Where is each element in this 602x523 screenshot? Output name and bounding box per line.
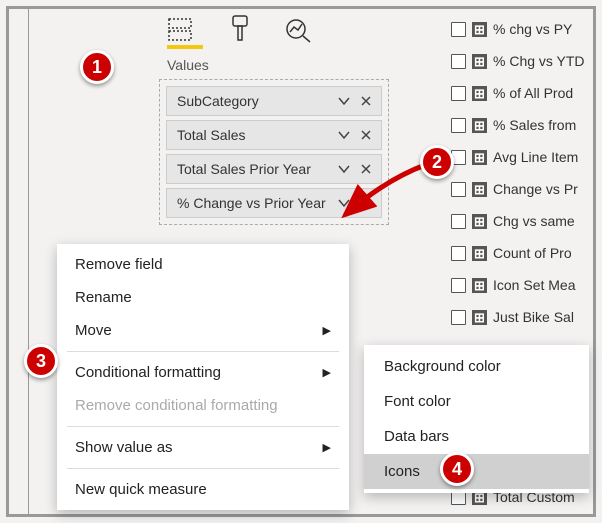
field-name: Change vs Pr <box>493 181 602 197</box>
field-pill-pct-change-vs-prior-year[interactable]: % Change vs Prior Year <box>166 188 382 218</box>
checkbox-icon[interactable] <box>451 22 466 37</box>
field-row[interactable]: Chg vs same <box>441 205 602 237</box>
ctx-new-quick-measure[interactable]: New quick measure <box>57 473 349 506</box>
ctx-label: Remove conditional formatting <box>75 397 278 414</box>
ctx-label: Show value as <box>75 439 173 456</box>
close-icon[interactable] <box>355 164 377 174</box>
field-context-menu: Remove field Rename Move ▶ Conditional f… <box>57 244 349 510</box>
ctx-label: New quick measure <box>75 481 207 498</box>
close-icon[interactable] <box>355 130 377 140</box>
field-row[interactable]: Count of Pro <box>441 237 602 269</box>
fields-tab-icon[interactable] <box>167 16 197 42</box>
field-name: Chg vs same <box>493 213 602 229</box>
measure-icon <box>472 310 487 325</box>
chevron-down-icon[interactable] <box>333 96 355 106</box>
checkbox-icon[interactable] <box>451 278 466 293</box>
chevron-down-icon[interactable] <box>333 164 355 174</box>
format-tab-icon[interactable] <box>227 15 253 43</box>
measure-icon <box>472 214 487 229</box>
checkbox-icon[interactable] <box>451 118 466 133</box>
analytics-tab-icon[interactable] <box>283 15 313 43</box>
checkbox-icon[interactable] <box>451 214 466 229</box>
measure-icon <box>472 182 487 197</box>
panel-tab-row <box>149 9 399 43</box>
divider <box>67 468 339 469</box>
field-name: % chg vs PY <box>493 21 602 37</box>
ctx-remove-field[interactable]: Remove field <box>57 248 349 281</box>
submenu-background-color[interactable]: Background color <box>364 349 589 384</box>
conditional-formatting-submenu: Background color Font color Data bars Ic… <box>364 345 589 493</box>
ctx-move[interactable]: Move ▶ <box>57 314 349 347</box>
field-row[interactable]: % of All Prod <box>441 77 602 109</box>
divider <box>67 351 339 352</box>
callout-badge-2: 2 <box>420 145 454 179</box>
field-name: Avg Line Item <box>493 149 602 165</box>
chevron-down-icon[interactable] <box>333 130 355 140</box>
field-name: % Sales from <box>493 117 602 133</box>
chevron-down-icon[interactable] <box>333 198 355 208</box>
divider <box>67 426 339 427</box>
checkbox-icon[interactable] <box>451 182 466 197</box>
checkbox-icon[interactable] <box>451 246 466 261</box>
field-name: Icon Set Mea <box>493 277 602 293</box>
measure-icon <box>472 150 487 165</box>
ctx-label: Conditional formatting <box>75 364 221 381</box>
ctx-remove-conditional-formatting: Remove conditional formatting <box>57 389 349 422</box>
field-row[interactable]: Icon Set Mea <box>441 269 602 301</box>
values-field-well[interactable]: SubCategory Total Sales Total Sales Prio… <box>159 79 389 225</box>
field-row[interactable]: % Chg vs YTD <box>441 45 602 77</box>
measure-icon <box>472 86 487 101</box>
field-name: % of All Prod <box>493 85 602 101</box>
field-row[interactable]: % Sales from <box>441 109 602 141</box>
close-icon[interactable] <box>355 198 377 208</box>
field-pill-subcategory[interactable]: SubCategory <box>166 86 382 116</box>
submenu-arrow-icon: ▶ <box>323 441 331 454</box>
field-pill-total-sales[interactable]: Total Sales <box>166 120 382 150</box>
field-name: Count of Pro <box>493 245 602 261</box>
ctx-show-value-as[interactable]: Show value as ▶ <box>57 431 349 464</box>
field-row[interactable]: % chg vs PY <box>441 13 602 45</box>
field-row[interactable]: Avg Line Item <box>441 141 602 173</box>
submenu-data-bars[interactable]: Data bars <box>364 419 589 454</box>
field-row[interactable]: Just Bike Sal <box>441 301 602 333</box>
field-row[interactable]: Change vs Pr <box>441 173 602 205</box>
callout-badge-4: 4 <box>440 452 474 486</box>
field-pill-total-sales-prior-year[interactable]: Total Sales Prior Year <box>166 154 382 184</box>
measure-icon <box>472 118 487 133</box>
field-name: % Chg vs YTD <box>493 53 602 69</box>
callout-badge-1: 1 <box>80 50 114 84</box>
checkbox-icon[interactable] <box>451 54 466 69</box>
checkbox-icon[interactable] <box>451 86 466 101</box>
field-pill-label: Total Sales <box>177 127 333 143</box>
submenu-label: Data bars <box>384 428 449 445</box>
measure-icon <box>472 22 487 37</box>
submenu-font-color[interactable]: Font color <box>364 384 589 419</box>
ctx-label: Move <box>75 322 112 339</box>
callout-badge-3: 3 <box>24 344 58 378</box>
measure-icon <box>472 246 487 261</box>
measure-icon <box>472 54 487 69</box>
submenu-icons[interactable]: Icons <box>364 454 589 489</box>
ctx-label: Rename <box>75 289 132 306</box>
ctx-label: Remove field <box>75 256 163 273</box>
submenu-arrow-icon: ▶ <box>323 366 331 379</box>
checkbox-icon[interactable] <box>451 310 466 325</box>
ctx-conditional-formatting[interactable]: Conditional formatting ▶ <box>57 356 349 389</box>
submenu-arrow-icon: ▶ <box>323 324 331 337</box>
ctx-rename[interactable]: Rename <box>57 281 349 314</box>
field-pill-label: SubCategory <box>177 93 333 109</box>
submenu-label: Background color <box>384 358 501 375</box>
field-pill-label: Total Sales Prior Year <box>177 161 333 177</box>
field-name: Just Bike Sal <box>493 309 602 325</box>
submenu-label: Font color <box>384 393 451 410</box>
active-tab-underline <box>167 45 203 49</box>
field-pill-label: % Change vs Prior Year <box>177 195 333 211</box>
submenu-label: Icons <box>384 463 420 480</box>
close-icon[interactable] <box>355 96 377 106</box>
divider <box>28 9 29 514</box>
measure-icon <box>472 278 487 293</box>
visualizations-panel: Values SubCategory Total Sales Total Sal… <box>149 9 399 235</box>
